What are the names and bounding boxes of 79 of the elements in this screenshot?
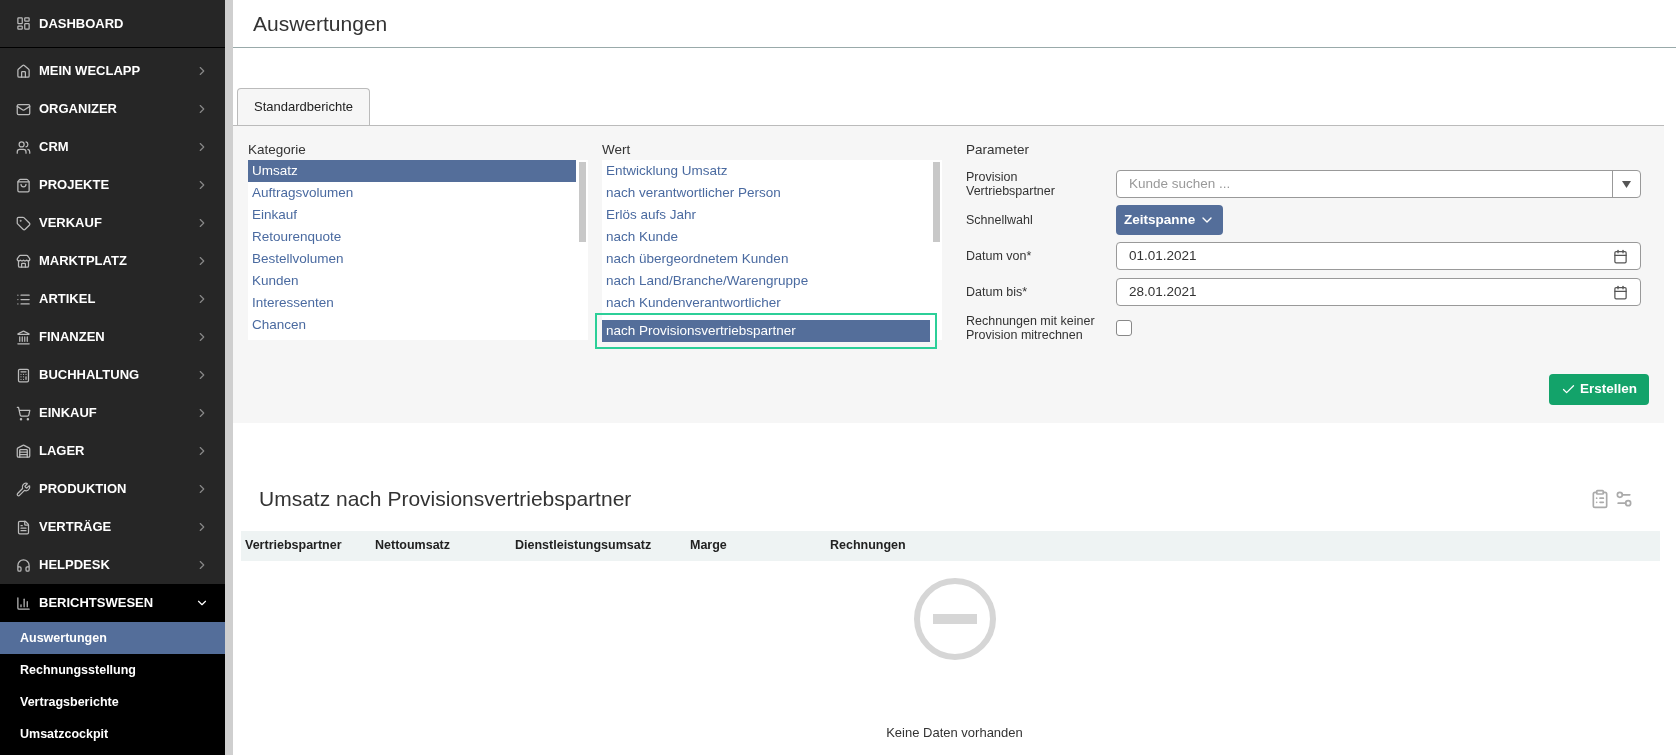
list-item[interactable]: Erlös aufs Jahr xyxy=(602,204,930,226)
column-header: Marge xyxy=(690,537,728,555)
menu-item-icon xyxy=(16,101,31,117)
field-label: Rechnungen mit keiner Provision mitrechnen xyxy=(966,314,1096,342)
field-label: Schnellwahl xyxy=(966,213,1034,227)
list-item[interactable]: Chancen xyxy=(248,314,576,336)
list-item[interactable]: nach Land/Branche/Warengruppe xyxy=(602,270,930,292)
list-item[interactable]: Interessenten xyxy=(248,292,576,314)
sidebar-item[interactable]: MEIN WECLAPP xyxy=(0,52,225,90)
sidebar-item[interactable]: CRM xyxy=(0,128,225,166)
calendar-icon[interactable] xyxy=(1613,248,1628,264)
menu-item-icon xyxy=(16,557,31,573)
list-item[interactable]: Einkauf xyxy=(248,204,576,226)
empty-message: Keine Daten vorhanden xyxy=(886,723,1023,742)
sidebar-item[interactable]: FINANZEN xyxy=(0,318,225,356)
sidebar-subitem[interactable]: Vertragsberichte xyxy=(0,686,225,718)
sidebar-item[interactable]: PROJEKTE xyxy=(0,166,225,204)
menu-item-icon xyxy=(16,367,31,383)
menu-item-icon xyxy=(16,16,31,31)
list-item[interactable]: Retourenquote xyxy=(248,226,576,248)
date-field[interactable]: 28.01.2021 xyxy=(1116,278,1641,306)
column-header: Nettoumsatz xyxy=(375,537,451,555)
menu-item-icon xyxy=(16,177,31,193)
menu-item-icon xyxy=(16,215,31,231)
report-title: Umsatz nach Provisionsvertriebspartner xyxy=(259,486,632,512)
tab[interactable]: Standardberichte xyxy=(237,88,370,126)
sidebar-subitem[interactable]: Auswertungen xyxy=(0,622,225,654)
sidebar-subitem[interactable]: Umsatzcockpit xyxy=(0,718,225,750)
list-item[interactable]: nach Provisionsvertriebspartner xyxy=(602,320,930,342)
list-item[interactable]: Auftragsvolumen xyxy=(248,182,576,204)
list-item[interactable]: nach übergeordnetem Kunden xyxy=(602,248,930,270)
scrollbar-thumb[interactable] xyxy=(579,162,586,242)
menu-item-icon xyxy=(16,291,31,307)
sidebar-item[interactable]: PRODUKTION xyxy=(0,470,225,508)
page-title: Auswertungen xyxy=(253,10,388,37)
column-header: Dienstleistungsumsatz xyxy=(515,537,653,555)
scrollbar[interactable] xyxy=(225,0,233,755)
no-entry-icon xyxy=(912,576,997,661)
list-item[interactable]: nach verantwortlicher Person xyxy=(602,182,930,204)
sidebar-item[interactable]: VERKAUF xyxy=(0,204,225,242)
clipboard-icon[interactable] xyxy=(1590,488,1610,509)
column-header: Rechnungen xyxy=(830,537,907,555)
sidebar-item[interactable]: MARKTPLATZ xyxy=(0,242,225,280)
sidebar-item[interactable]: VERTRÄGE xyxy=(0,508,225,546)
list-item[interactable]: nach Kunde xyxy=(602,226,930,248)
menu-item-icon xyxy=(16,595,31,611)
list-item[interactable]: Umsatz xyxy=(248,160,576,182)
sidebar-item[interactable]: LAGER xyxy=(0,432,225,470)
calendar-icon[interactable] xyxy=(1613,284,1628,300)
field-label: Provision Vertriebspartner xyxy=(966,170,1056,198)
menu-item-icon xyxy=(16,481,31,497)
sidebar-item[interactable]: ARTIKEL xyxy=(0,280,225,318)
sidebar-item[interactable]: EINKAUF xyxy=(0,394,225,432)
scrollbar-thumb[interactable] xyxy=(933,162,940,242)
menu-item-icon xyxy=(16,329,31,345)
field-label: Datum bis* xyxy=(966,285,1029,299)
column-header: Vertriebspartner xyxy=(245,537,343,555)
list-item[interactable]: Kunden xyxy=(248,270,576,292)
field-label: Datum von* xyxy=(966,249,1033,263)
list-item[interactable]: Entwicklung Umsatz xyxy=(602,160,930,182)
menu-item-icon xyxy=(16,253,31,269)
list-item[interactable]: nach Kundenverantwortlicher xyxy=(602,292,930,314)
sidebar-item[interactable]: ORGANIZER xyxy=(0,90,225,128)
sidebar-item[interactable]: BUCHHALTUNG xyxy=(0,356,225,394)
sidebar-item[interactable]: BERICHTSWESEN xyxy=(0,584,225,622)
sidebar-item[interactable]: HELPDESK xyxy=(0,546,225,584)
menu-item-icon xyxy=(16,139,31,155)
list-item[interactable]: Bestellvolumen xyxy=(248,248,576,270)
checkbox[interactable] xyxy=(1116,320,1132,336)
menu-item-icon xyxy=(16,405,31,421)
quick-select-button[interactable]: Zeitspanne xyxy=(1116,205,1224,235)
list-label: Kategorie xyxy=(248,141,307,159)
sidebar-subitem[interactable]: Rechnungsstellung xyxy=(0,654,225,686)
menu-item-icon xyxy=(16,63,31,79)
section-label: Parameter xyxy=(966,141,1031,159)
menu-item-icon xyxy=(16,519,31,535)
list-label: Wert xyxy=(602,141,632,159)
menu-item-icon xyxy=(16,443,31,459)
date-field[interactable]: 01.01.2021 xyxy=(1116,242,1641,270)
